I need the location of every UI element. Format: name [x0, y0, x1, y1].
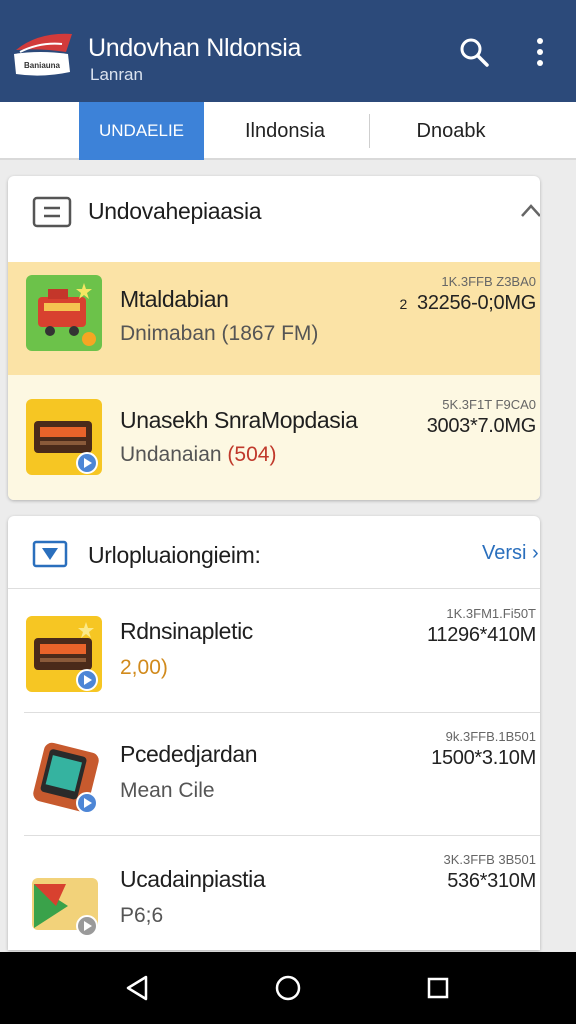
item-name: Ucadainpiastia — [120, 866, 266, 892]
divider — [8, 588, 540, 589]
search-icon — [460, 38, 489, 67]
bus-app-icon — [26, 616, 102, 692]
tab-bar: UNDAELIE Ilndonsia Dnoabk — [0, 102, 576, 160]
item-meta-value: 32256-0;0MG — [417, 292, 536, 314]
recents-button[interactable] — [414, 964, 462, 1012]
list-box-icon — [32, 196, 72, 228]
versi-link-label: Versi — [482, 542, 527, 564]
overflow-menu-button[interactable] — [520, 30, 560, 74]
system-nav-bar — [0, 952, 576, 1024]
app-bar: Baniauna Undovhan Nldonsia Lanran — [0, 0, 576, 102]
bus-app-icon — [26, 399, 102, 475]
svg-text:Baniauna: Baniauna — [24, 61, 61, 70]
recents-icon — [427, 977, 449, 999]
item-subtitle: Mean Cile — [120, 779, 215, 802]
item-subtitle-accent: (504) — [227, 443, 277, 466]
home-icon — [275, 975, 301, 1001]
item-name: Unasekh SnraMopdasia — [120, 407, 358, 433]
play-folder-icon — [26, 862, 102, 938]
section-card-2: Urlopluaiongieim: Versi › Rdnsinapletic … — [8, 516, 540, 950]
back-button[interactable] — [113, 964, 161, 1012]
item-meta-small: 9k.3FFB.1B501 — [445, 729, 536, 744]
section-title-2: Urlopluaiongieim: — [88, 542, 261, 568]
search-button[interactable] — [454, 30, 494, 74]
item-subtitle: Dnimaban (1867 FM) — [120, 322, 319, 345]
back-icon — [126, 975, 148, 1001]
item-name: Mtaldabian — [120, 286, 229, 312]
item-subtitle-prefix: Undanaian — [120, 443, 228, 466]
item-name: Rdnsinapletic — [120, 618, 253, 644]
item-meta-big: 1500*3.10M — [431, 747, 536, 769]
item-subtitle: Undanaian (504) — [120, 443, 276, 467]
train-app-icon — [26, 275, 102, 351]
item-meta-big: 2 32256-0;0MG — [400, 292, 537, 315]
versi-link[interactable]: Versi › — [482, 542, 539, 565]
tab-undaelie[interactable]: UNDAELIE — [79, 102, 204, 160]
home-button[interactable] — [264, 964, 312, 1012]
item-meta-small: 3K.3FFB 3B501 — [443, 852, 537, 867]
section-card-1: Undovahepiaasia Mtaldabian Dnimaban (186… — [8, 176, 540, 500]
tablet-app-icon — [26, 739, 102, 815]
item-subtitle: P6;6 — [120, 904, 164, 927]
app-logo: Baniauna — [10, 28, 76, 84]
section-title-1: Undovahepiaasia — [88, 198, 262, 224]
item-meta-small: 5K.3F1T F9CA0 — [442, 397, 536, 412]
tab-dnoabk[interactable]: Dnoabk — [376, 102, 526, 160]
item-meta-prefix: 2 — [399, 296, 408, 312]
more-vert-icon — [537, 38, 543, 66]
list-item[interactable]: Rdnsinapletic 2,00) 1K.3FM1.Fi50T 11296*… — [8, 590, 540, 712]
list-item[interactable]: Pcededjardan Mean Cile 9k.3FFB.1B501 150… — [8, 713, 540, 835]
app-title: Undovhan Nldonsia — [88, 34, 302, 62]
item-meta-small: 1K.3FFB Z3BA0 — [441, 274, 536, 289]
item-meta-big: 536*310M — [447, 870, 536, 892]
item-name: Pcededjardan — [120, 741, 258, 767]
item-meta-big: 3003*7.0MG — [426, 415, 537, 437]
chevron-up-icon[interactable] — [520, 202, 540, 218]
item-meta-big: 11296*410M — [427, 624, 536, 646]
list-item[interactable]: Mtaldabian Dnimaban (1867 FM) 1K.3FFB Z3… — [8, 262, 540, 375]
list-item[interactable]: Unasekh SnraMopdasia Undanaian (504) 5K.… — [8, 375, 540, 500]
tab-divider — [369, 114, 370, 148]
list-item[interactable]: Ucadainpiastia P6;6 3K.3FFB 3B501 536*31… — [8, 836, 540, 950]
tab-ilndonsia[interactable]: Ilndonsia — [210, 102, 360, 160]
item-meta-small: 1K.3FM1.Fi50T — [446, 606, 536, 621]
app-subtitle: Lanran — [90, 65, 143, 84]
item-subtitle: 2,00) — [120, 656, 168, 679]
section-header-1[interactable]: Undovahepiaasia — [8, 176, 540, 248]
section-header-2: Urlopluaiongieim: Versi › — [8, 516, 540, 588]
video-folder-icon — [32, 540, 68, 568]
